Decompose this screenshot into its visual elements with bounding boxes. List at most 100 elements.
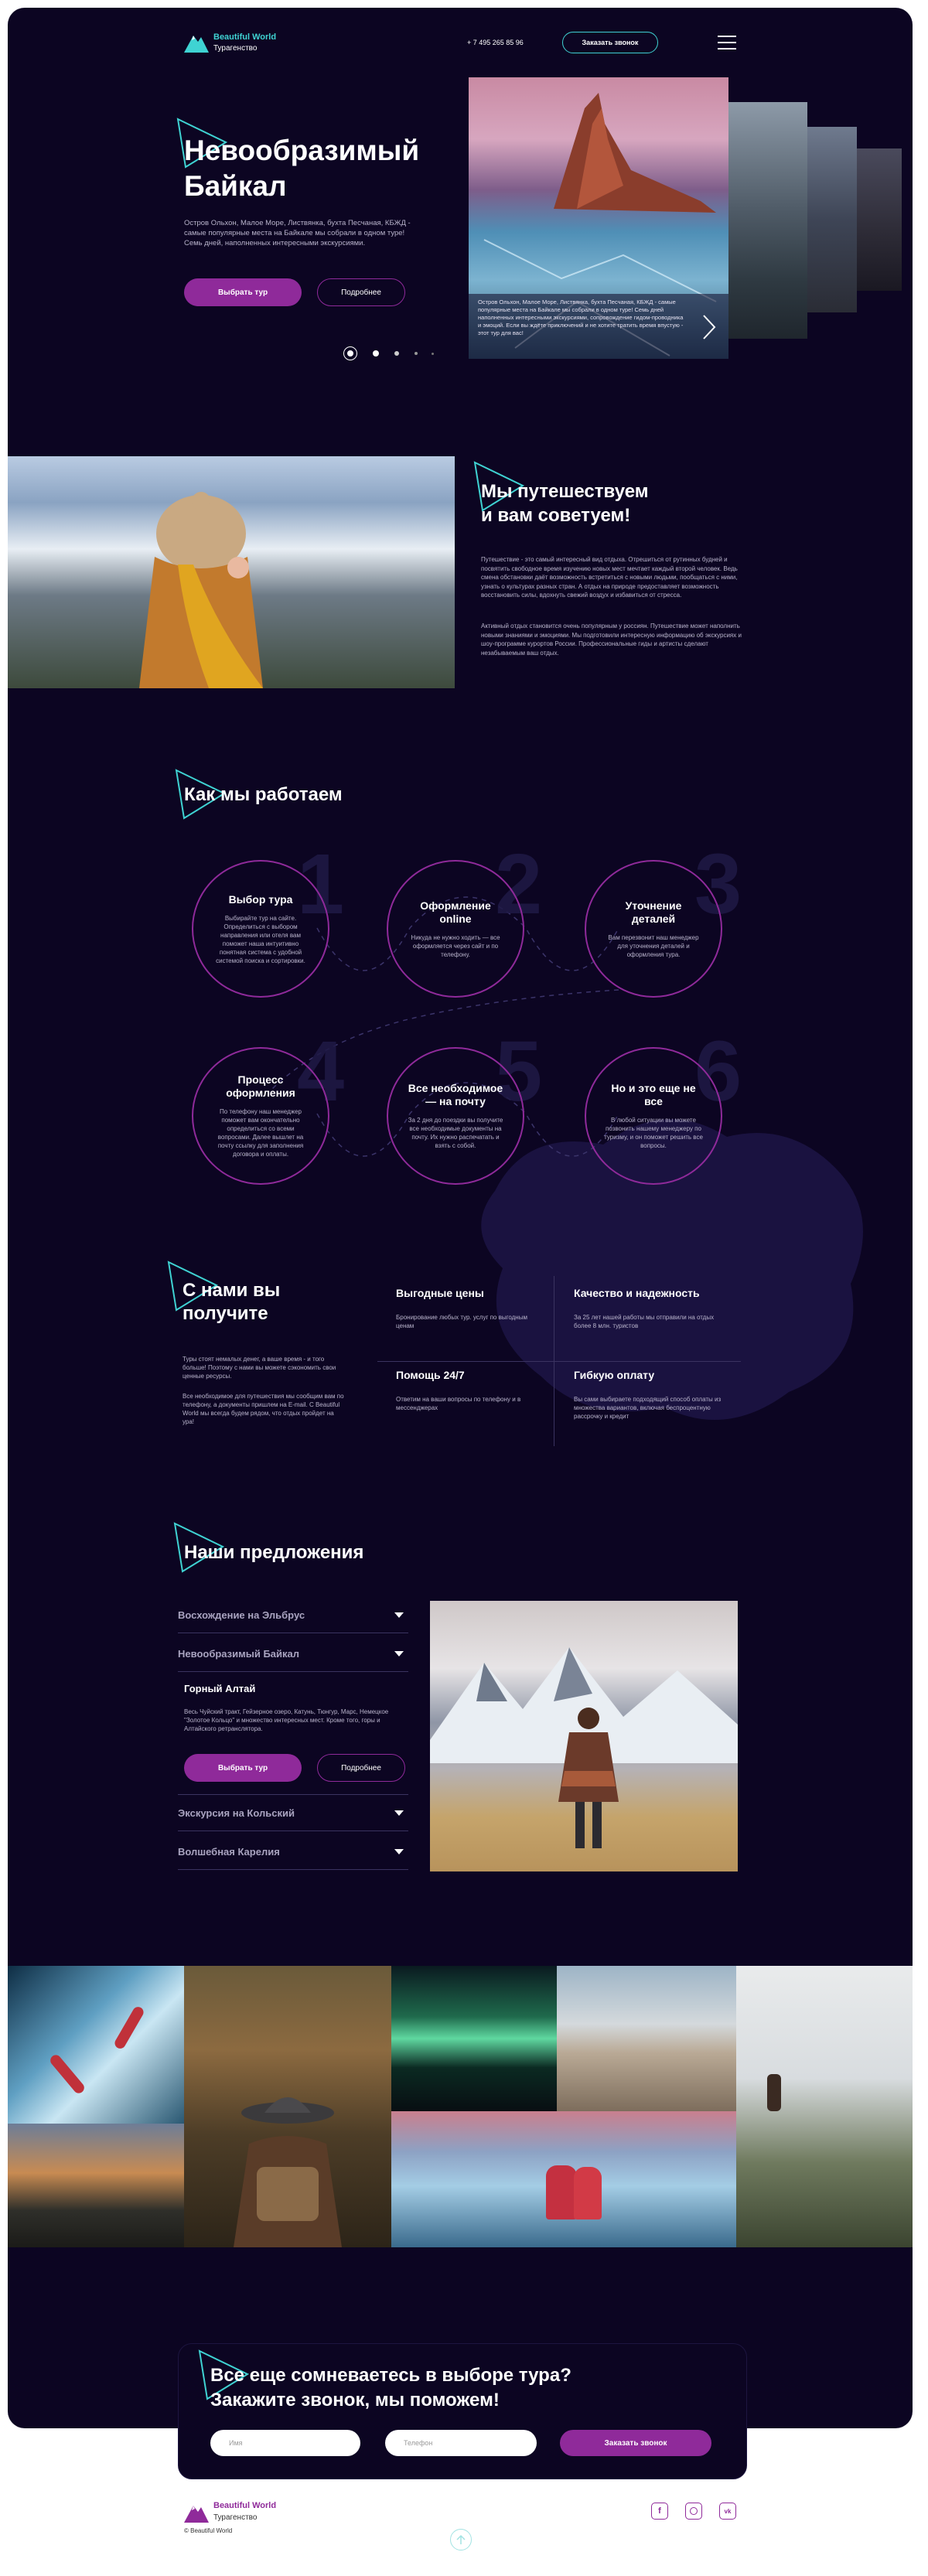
footer-copyright: © Beautiful World [184, 2527, 233, 2534]
benefit-title: Выгодные цены [396, 1287, 484, 1299]
benefit-item: Гибкую оплату Вы сами выбираете подходящ… [574, 1369, 728, 1421]
slider-dot[interactable] [432, 353, 434, 355]
hero-title-line1: Невообразимый [184, 135, 420, 166]
accordion-item[interactable]: Волшебная Карелия [178, 1834, 408, 1870]
page: Beautiful World Турагенство + 7 495 265 … [0, 0, 928, 2576]
slider-dots [343, 346, 436, 362]
accordion-item[interactable]: Восхождение на Эльбрус [178, 1598, 408, 1633]
step-circle: Процесс оформления По телефону наш менед… [192, 1047, 329, 1185]
slider-dot[interactable] [373, 350, 379, 357]
accordion-item-title: Невообразимый Байкал [178, 1648, 300, 1660]
benefits-title-line2: получите [183, 1303, 268, 1324]
instagram-glyph [690, 2507, 698, 2515]
mountain-logo-icon [184, 2506, 209, 2523]
offer-choose-tour-button[interactable]: Выбрать тур [184, 1754, 302, 1782]
step-circle: Оформление online Никуда не нужно ходить… [387, 860, 524, 998]
accordion-item[interactable]: Невообразимый Байкал [178, 1636, 408, 1672]
accordion-open-desc: Весь Чуйский тракт, Гейзерное озеро, Кат… [184, 1708, 389, 1732]
chevron-down-icon [394, 1810, 404, 1816]
logo[interactable]: Beautiful World Турагенство [184, 31, 292, 57]
step-circle: Но и это еще не все В любой ситуации вы … [585, 1047, 722, 1185]
chevron-down-icon [394, 1651, 404, 1656]
step-title: Все необходимое — на почту [408, 1082, 503, 1107]
gallery-photo-ice-lake [391, 2111, 736, 2247]
kayak-shape [112, 2005, 146, 2051]
hero-title-line2: Байкал [184, 170, 287, 202]
people-on-ice [574, 2167, 602, 2219]
accordion-divider [178, 1794, 408, 1795]
instagram-icon[interactable] [685, 2503, 702, 2520]
slider-dot[interactable] [394, 351, 399, 356]
hiker-hat-figure [234, 2097, 342, 2247]
hero-side-photo-2 [804, 127, 857, 312]
logo-title: Beautiful World [213, 32, 277, 42]
benefits-title: С нами вы получите [183, 1279, 353, 1326]
gallery-photo-sunset [8, 2124, 184, 2247]
about-title-line2: и вам советуем! [481, 505, 631, 526]
about-para2: Активный отдых становится очень популярн… [481, 623, 742, 657]
phone-number[interactable]: + 7 495 265 85 96 [467, 39, 524, 46]
hero-title: Невообразимый Байкал [184, 133, 447, 204]
slider-dot-active-inner [347, 350, 353, 357]
hero-description: Остров Ольхон, Малое Море, Листвянка, бу… [184, 219, 411, 247]
hero-side-photo-1 [727, 102, 807, 339]
step-title: Но и это еще не все [611, 1082, 696, 1107]
gallery-photo-hiker-hat [184, 1966, 391, 2247]
benefit-desc: Ответим на ваши вопросы по телефону и в … [396, 1396, 521, 1411]
about-title: Мы путешествуем и вам советуем! [481, 479, 728, 527]
phone-input[interactable]: Телефон [385, 2430, 537, 2456]
step-circle: Выбор тура Выбирайте тур на сайте. Опред… [192, 860, 329, 998]
accordion-open-title[interactable]: Горный Алтай [184, 1683, 255, 1694]
facebook-icon[interactable]: f [651, 2503, 668, 2520]
hiker-silhouette [767, 2074, 781, 2111]
rock-shape [554, 93, 716, 213]
step-description: В любой ситуации вы можете позвонить наш… [604, 1117, 703, 1149]
footer-logo[interactable]: Beautiful World Турагенство © Beautiful … [184, 2498, 308, 2537]
chevron-right-icon[interactable] [701, 314, 716, 340]
hamburger-icon[interactable] [718, 36, 736, 49]
chevron-down-icon [394, 1612, 404, 1618]
vk-icon[interactable]: vk [719, 2503, 736, 2520]
hero-side-photo-3 [855, 148, 902, 291]
mountain-logo-icon [184, 36, 209, 53]
step-title: Уточнение деталей [625, 899, 682, 925]
benefit-item: Качество и надежность За 25 лет нашей ра… [574, 1287, 728, 1330]
scroll-top-icon[interactable] [450, 2529, 472, 2550]
benefit-desc: За 25 лет нашей работы мы отправили на о… [574, 1314, 715, 1329]
hero-more-button[interactable]: Подробнее [317, 278, 405, 306]
benefit-desc: Вы сами выбираете подходящий способ опла… [574, 1396, 722, 1420]
benefit-item: Выгодные цены Бронирование любых тур. ус… [396, 1287, 543, 1330]
benefits-divider-h [377, 1361, 741, 1362]
how-title: Как мы работаем [184, 784, 343, 805]
people-on-ice [546, 2165, 577, 2219]
offer-more-button[interactable]: Подробнее [317, 1754, 405, 1782]
accordion-item-title: Экскурсия на Кольский [178, 1807, 295, 1819]
about-para1: Путешествие - это самый интересный вид о… [481, 556, 738, 599]
offers-title: Наши предложения [184, 1542, 364, 1563]
step-description: Никуда не нужно ходить — все оформляется… [411, 933, 500, 958]
accordion-item-title: Восхождение на Эльбрус [178, 1609, 305, 1621]
cta-submit-button[interactable]: Заказать звонок [560, 2430, 711, 2456]
footer-logo-title: Beautiful World [213, 2501, 277, 2510]
cta-title-line1: Все еще сомневаетесь в выборе тура? [210, 2365, 571, 2386]
about-photo [8, 456, 455, 688]
callback-button[interactable]: Заказать звонок [562, 32, 658, 53]
chevron-down-icon [394, 1849, 404, 1854]
about-title-line1: Мы путешествуем [481, 481, 649, 502]
hero-slide-caption: Остров Ольхон, Малое Море, Листвянка, бу… [478, 299, 684, 336]
benefit-title: Гибкую оплату [574, 1369, 655, 1381]
benefits-para2: Все необходимое для путешествия мы сообщ… [183, 1393, 344, 1425]
benefit-title: Помощь 24/7 [396, 1369, 465, 1381]
step-circle: Уточнение деталей Вам перезвонит наш мен… [585, 860, 722, 998]
benefits-para1: Туры стоят немалых денег, а ваше время -… [183, 1356, 336, 1380]
hero-main-photo: Остров Ольхон, Малое Море, Листвянка, бу… [469, 77, 728, 359]
gallery-photo-car [557, 1966, 736, 2111]
traveler-figure [558, 1708, 619, 1848]
logo-subtitle: Турагенство [213, 44, 258, 53]
name-input[interactable]: Имя [210, 2430, 360, 2456]
slider-dot[interactable] [415, 352, 418, 355]
hero-choose-tour-button[interactable]: Выбрать тур [184, 278, 302, 306]
offer-photo [430, 1601, 738, 1871]
step-description: По телефону наш менеджер поможет вам око… [217, 1108, 304, 1158]
accordion-item[interactable]: Экскурсия на Кольский [178, 1796, 408, 1831]
